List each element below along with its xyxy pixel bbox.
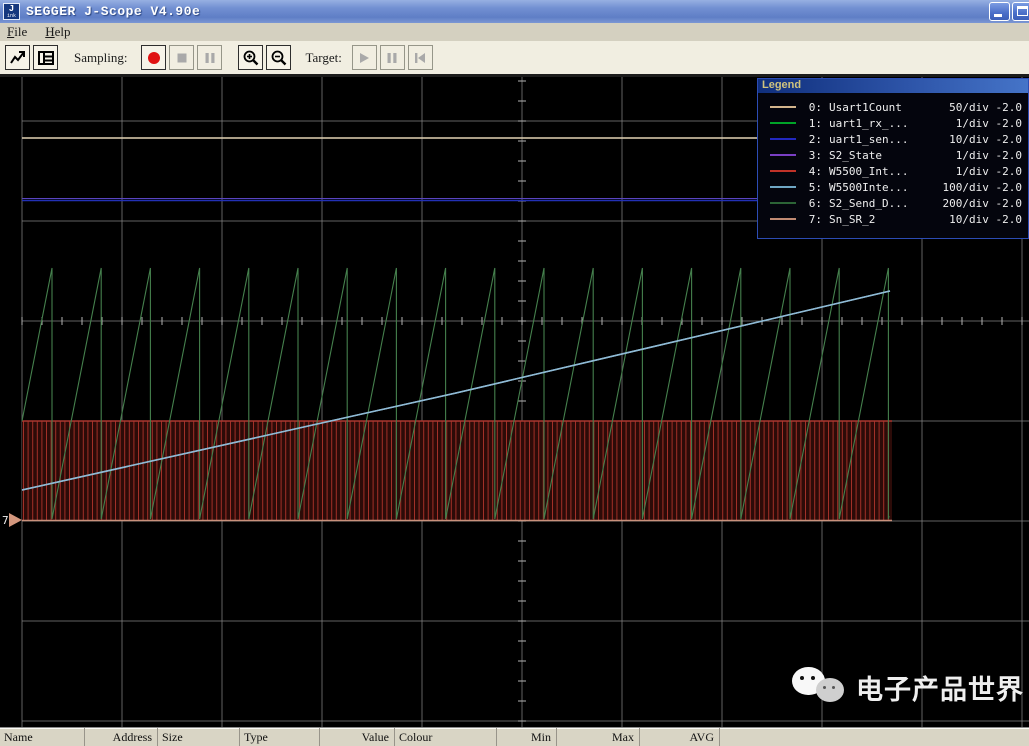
legend-entry[interactable]: 7: Sn_SR_210/div -2.0 <box>758 211 1028 227</box>
target-pause-icon <box>384 50 400 66</box>
legend-entry-scale: 10/div -2.0 <box>930 213 1022 226</box>
minimize-icon <box>994 14 1002 17</box>
legend-entry-index: 0: <box>804 101 822 114</box>
minimize-button[interactable] <box>989 2 1010 21</box>
legend-title-bar[interactable]: Legend <box>758 79 1028 93</box>
legend-entry-scale: 200/div -2.0 <box>930 197 1022 210</box>
waveform-view-button[interactable] <box>5 45 30 70</box>
legend-color-swatch <box>770 170 796 172</box>
column-header-type[interactable]: Type <box>240 728 320 746</box>
target-pause-button[interactable] <box>380 45 405 70</box>
column-header-size[interactable]: Size <box>158 728 240 746</box>
legend-entry-scale: 1/div -2.0 <box>930 149 1022 162</box>
legend-entry-index: 1: <box>804 117 822 130</box>
app-icon[interactable]: J ink <box>3 3 20 20</box>
legend-entry-scale: 10/div -2.0 <box>930 133 1022 146</box>
title-bar[interactable]: J ink SEGGER J-Scope V4.90e <box>0 0 1029 23</box>
legend-color-swatch <box>770 154 796 156</box>
pause-icon <box>202 50 218 66</box>
legend-entry-index: 3: <box>804 149 822 162</box>
svg-text:7: 7 <box>2 514 9 527</box>
play-icon <box>356 50 372 66</box>
legend-color-swatch <box>770 218 796 220</box>
stop-sampling-button[interactable] <box>169 45 194 70</box>
watch-table-header: NameAddressSizeTypeValueColourMinMaxAVG <box>0 727 1029 746</box>
column-header-name[interactable]: Name <box>0 728 85 746</box>
legend-entry-index: 2: <box>804 133 822 146</box>
legend-entry[interactable]: 0: Usart1Count50/div -2.0 <box>758 99 1028 115</box>
column-header-value[interactable]: Value <box>320 728 395 746</box>
pause-sampling-button[interactable] <box>197 45 222 70</box>
record-icon <box>146 50 162 66</box>
legend-entry-index: 4: <box>804 165 822 178</box>
legend-entry[interactable]: 6: S2_Send_D...200/div -2.0 <box>758 195 1028 211</box>
legend-color-swatch <box>770 186 796 188</box>
menu-item-file[interactable]: File <box>5 24 29 40</box>
legend-rows: 0:Usart1Count50/div -2.01:uart1_rx_...1/… <box>758 93 1028 227</box>
maximize-button[interactable] <box>1012 2 1029 21</box>
legend-entry-name: Sn_SR_2 <box>829 213 930 226</box>
legend-icon <box>37 49 55 67</box>
legend-entry[interactable]: 5: W5500Inte...100/div -2.0 <box>758 179 1028 195</box>
jscope-window: J ink SEGGER J-Scope V4.90e FileHelp Sa <box>0 0 1029 746</box>
legend-window[interactable]: Legend 0: Usart1Count50/div -2.0 1: uart1_r… <box>757 78 1029 239</box>
zoom-in-button[interactable] <box>238 45 263 70</box>
column-header-min[interactable]: Min <box>497 728 557 746</box>
waveform-icon <box>9 49 27 67</box>
legend-entry-scale: 100/div -2.0 <box>930 181 1022 194</box>
maximize-icon <box>1017 6 1028 16</box>
legend-entry-scale: 1/div -2.0 <box>930 117 1022 130</box>
window-title: SEGGER J-Scope V4.90e <box>26 4 200 19</box>
app-icon-ink: ink <box>7 14 16 19</box>
legend-entry-index: 5: <box>804 181 822 194</box>
legend-entry[interactable]: 1: uart1_rx_...1/div -2.0 <box>758 115 1028 131</box>
wechat-icon <box>790 663 846 711</box>
skip-to-start-icon <box>412 50 428 66</box>
column-header-filler <box>720 728 1029 746</box>
legend-entry-name: W5500_Int... <box>829 165 930 178</box>
column-header-max[interactable]: Max <box>557 728 640 746</box>
target-label: Target: <box>305 50 341 66</box>
legend-entry-name: uart1_rx_... <box>829 117 930 130</box>
zoom-out-icon <box>270 49 288 67</box>
column-header-avg[interactable]: AVG <box>640 728 720 746</box>
legend-entry-name: Usart1Count <box>829 101 930 114</box>
legend-color-swatch <box>770 122 796 124</box>
record-button[interactable] <box>141 45 166 70</box>
legend-entry-name: S2_State <box>829 149 930 162</box>
target-restart-button[interactable] <box>408 45 433 70</box>
legend-entry-scale: 50/div -2.0 <box>930 101 1022 114</box>
legend-entry-index: 7: <box>804 213 822 226</box>
legend-entry-name: uart1_sen... <box>829 133 930 146</box>
sampling-label: Sampling: <box>74 50 127 66</box>
target-play-button[interactable] <box>352 45 377 70</box>
legend-entry[interactable]: 4: W5500_Int...1/div -2.0 <box>758 163 1028 179</box>
zoom-out-button[interactable] <box>266 45 291 70</box>
legend-entry[interactable]: 3: S2_State1/div -2.0 <box>758 147 1028 163</box>
legend-entry-name: W5500Inte... <box>829 181 930 194</box>
watermark-text: 电子产品世界 <box>856 668 1024 707</box>
menu-item-help[interactable]: Help <box>43 24 72 40</box>
toolbar: Sampling: <box>0 41 1029 77</box>
legend-entry-index: 6: <box>804 197 822 210</box>
zoom-in-icon <box>242 49 260 67</box>
legend-color-swatch <box>770 138 796 140</box>
legend-entry[interactable]: 2: uart1_sen...10/div -2.0 <box>758 131 1028 147</box>
watermark: 电子产品世界 <box>790 663 1024 711</box>
stop-icon <box>174 50 190 66</box>
column-header-colour[interactable]: Colour <box>395 728 497 746</box>
legend-entry-scale: 1/div -2.0 <box>930 165 1022 178</box>
legend-color-swatch <box>770 106 796 108</box>
legend-entry-name: S2_Send_D... <box>829 197 930 210</box>
menu-bar: File Help <box>0 23 1029 41</box>
legend-color-swatch <box>770 202 796 204</box>
legend-toggle-button[interactable] <box>33 45 58 70</box>
column-header-address[interactable]: Address <box>85 728 158 746</box>
